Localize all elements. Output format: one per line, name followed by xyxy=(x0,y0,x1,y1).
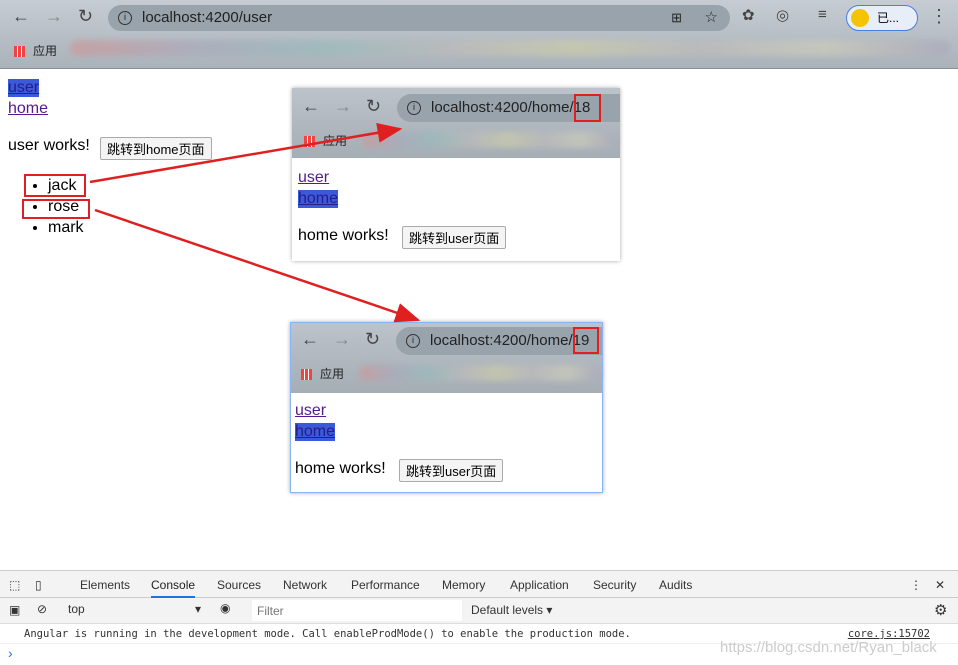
tab-network[interactable]: Network xyxy=(283,578,327,592)
tab-performance[interactable]: Performance xyxy=(351,578,420,592)
tab-elements[interactable]: Elements xyxy=(80,578,130,592)
message-text: Angular is running in the development mo… xyxy=(24,628,631,640)
context-select[interactable]: top ▾ xyxy=(68,602,203,616)
console-toolbar: ▣ ⊘ top ▾ ◉ Default levels ▾ ⚙ xyxy=(0,598,958,624)
devtools-panel: ⬚ ▯ Elements Console Sources Network Per… xyxy=(0,570,958,665)
arrow-jack xyxy=(89,122,403,184)
dropdown-icon: ▾ xyxy=(194,602,201,616)
more-icon[interactable]: ⋮ xyxy=(910,578,922,592)
tab-security[interactable]: Security xyxy=(593,578,636,592)
devtools-tabs: ⬚ ▯ Elements Console Sources Network Per… xyxy=(0,571,958,598)
tab-memory[interactable]: Memory xyxy=(442,578,485,592)
annotation-arrows xyxy=(89,122,421,323)
tab-application[interactable]: Application xyxy=(510,578,569,592)
close-icon[interactable]: ✕ xyxy=(935,578,945,592)
settings-icon[interactable]: ⚙ xyxy=(934,601,947,619)
device-icon[interactable]: ▯ xyxy=(35,578,42,592)
context-value: top xyxy=(68,602,85,616)
filter-input[interactable] xyxy=(252,600,462,621)
levels-select[interactable]: Default levels ▾ xyxy=(471,603,552,617)
arrow-rose xyxy=(94,208,421,323)
clear-console-icon[interactable]: ⊘ xyxy=(37,602,47,616)
console-prompt[interactable]: › xyxy=(8,645,13,661)
tab-console[interactable]: Console xyxy=(151,578,196,598)
eye-icon[interactable]: ◉ xyxy=(220,601,230,615)
tab-sources[interactable]: Sources xyxy=(217,578,261,592)
inspect-icon[interactable]: ⬚ xyxy=(9,578,20,592)
watermark: https://blog.csdn.net/Ryan_black xyxy=(720,639,937,656)
sidebar-toggle-icon[interactable]: ▣ xyxy=(9,603,20,617)
tab-audits[interactable]: Audits xyxy=(659,578,692,592)
